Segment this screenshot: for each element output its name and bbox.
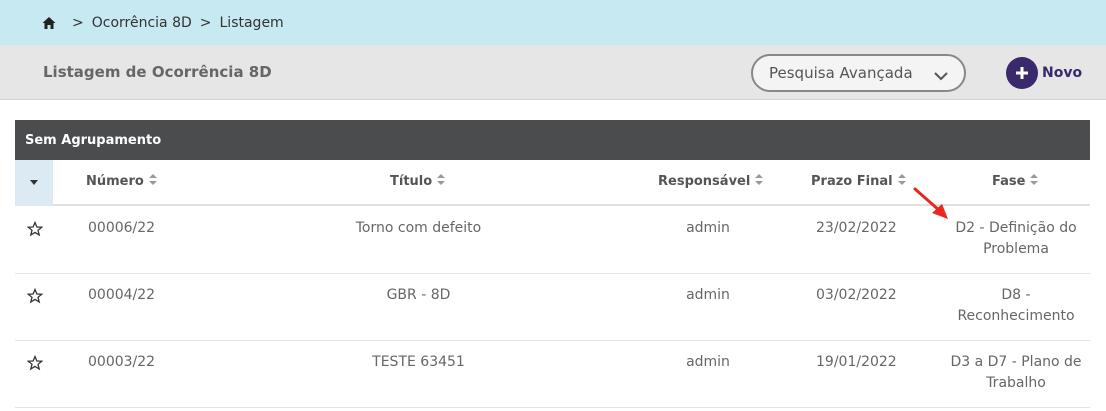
breadcrumb-item-listagem: Listagem xyxy=(219,14,284,31)
cell-responsavel: admin xyxy=(686,220,730,236)
advanced-search-label: Pesquisa Avançada xyxy=(769,64,913,82)
expand-all-toggle[interactable] xyxy=(15,160,53,206)
cell-titulo: Torno com defeito xyxy=(355,220,482,236)
cell-fase: D3 a D7 - Plano de Trabalho xyxy=(950,354,1082,391)
sort-icon xyxy=(437,174,446,189)
home-icon[interactable] xyxy=(42,16,56,30)
chevron-down-icon xyxy=(934,67,948,81)
cell-titulo: GBR - 8D xyxy=(386,287,451,303)
sort-icon xyxy=(755,174,764,189)
caret-down-icon xyxy=(30,180,38,185)
cell-prazo: 19/01/2022 xyxy=(816,354,897,370)
breadcrumb-separator: > xyxy=(199,14,212,31)
plus-icon xyxy=(1006,57,1038,89)
page-header: Listagem de Ocorrência 8D Pesquisa Avanç… xyxy=(0,45,1106,100)
star-icon[interactable] xyxy=(26,354,44,371)
table-row[interactable]: 00004/22 GBR - 8D admin 03/02/2022 D8 - … xyxy=(15,274,1090,341)
group-header[interactable]: Sem Agrupamento xyxy=(15,120,1090,160)
star-icon[interactable] xyxy=(26,287,44,304)
cell-prazo: 03/02/2022 xyxy=(816,287,897,303)
page-title: Listagem de Ocorrência 8D xyxy=(43,63,272,81)
cell-numero: 00003/22 xyxy=(88,354,156,370)
column-label: Responsável xyxy=(658,174,751,189)
new-button[interactable]: Novo xyxy=(1006,57,1082,89)
advanced-search-dropdown[interactable]: Pesquisa Avançada xyxy=(751,54,966,92)
table-row[interactable]: 00003/22 TESTE 63451 admin 19/01/2022 D3… xyxy=(15,341,1090,408)
cell-responsavel: admin xyxy=(686,287,730,303)
sort-icon xyxy=(148,174,157,189)
cell-responsavel: admin xyxy=(686,354,730,370)
breadcrumb: > Ocorrência 8D > Listagem xyxy=(0,0,1106,45)
column-header-fase[interactable]: Fase xyxy=(992,174,1039,189)
new-button-label: Novo xyxy=(1042,65,1083,81)
star-icon[interactable] xyxy=(26,220,44,237)
column-header-prazo[interactable]: Prazo Final xyxy=(811,174,906,189)
column-label: Título xyxy=(390,174,433,189)
column-header-responsavel[interactable]: Responsável xyxy=(658,174,764,189)
cell-titulo: TESTE 63451 xyxy=(372,354,465,370)
breadcrumb-item-ocorrencia[interactable]: Ocorrência 8D xyxy=(92,15,192,31)
cell-fase: D2 - Definição do Problema xyxy=(955,220,1077,257)
sort-icon xyxy=(1030,174,1039,189)
column-header-titulo[interactable]: Título xyxy=(390,174,446,189)
cell-numero: 00004/22 xyxy=(88,287,156,303)
cell-numero: 00006/22 xyxy=(88,220,156,236)
column-header-numero[interactable]: Número xyxy=(86,174,157,189)
sort-icon xyxy=(897,174,906,189)
column-label: Número xyxy=(86,174,144,189)
column-label: Prazo Final xyxy=(811,174,893,189)
breadcrumb-separator: > xyxy=(72,14,84,31)
cell-prazo: 23/02/2022 xyxy=(816,220,897,236)
annotation-arrow-icon xyxy=(913,187,948,219)
cell-fase: D8 - Reconhecimento xyxy=(957,287,1075,324)
column-label: Fase xyxy=(992,174,1026,189)
